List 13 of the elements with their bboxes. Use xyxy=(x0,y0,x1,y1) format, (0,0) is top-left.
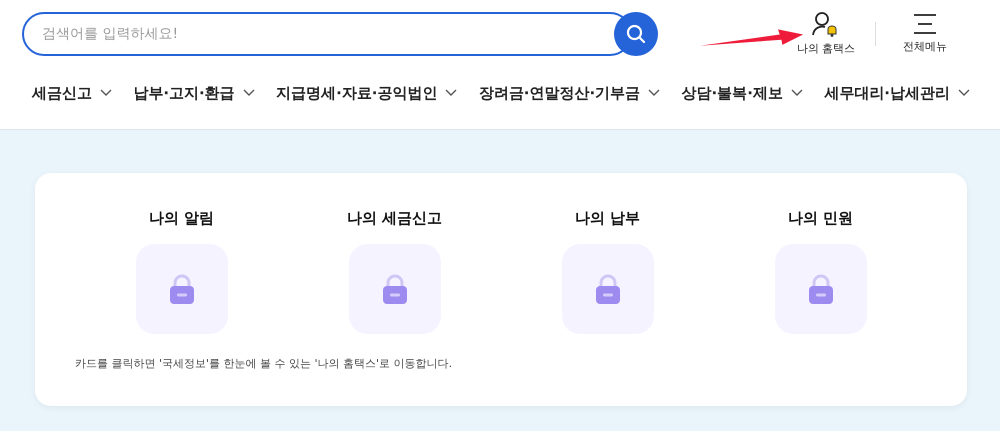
nav-menu-item[interactable]: 지급명세·자료·공익법인 xyxy=(276,82,458,104)
summary-card[interactable]: 나의 세금신고 xyxy=(288,207,501,334)
card-note: 카드를 클릭하면 '국세정보'를 한눈에 볼 수 있는 '나의 홈택스'로 이동합니다. xyxy=(75,356,454,372)
all-menu-button[interactable]: 전체메뉴 xyxy=(890,12,960,56)
nav-menu-item[interactable]: 세무대리·납세관리 xyxy=(824,82,970,104)
nav-menu-item[interactable]: 장려금·연말정산·기부금 xyxy=(478,82,660,104)
nav-menu-item[interactable]: 세금신고 xyxy=(32,82,112,104)
nav-menu-item[interactable]: 상담·불복·제보 xyxy=(682,82,803,104)
summary-card[interactable]: 나의 납부 xyxy=(501,207,714,334)
nav-menu-item[interactable]: 납부·고지·환급 xyxy=(133,82,255,104)
summary-card[interactable]: 나의 민원 xyxy=(714,207,927,334)
my-hometax-button[interactable]: 나의 홈택스 xyxy=(791,10,861,58)
summary-card[interactable]: 나의 알림 xyxy=(75,207,288,334)
